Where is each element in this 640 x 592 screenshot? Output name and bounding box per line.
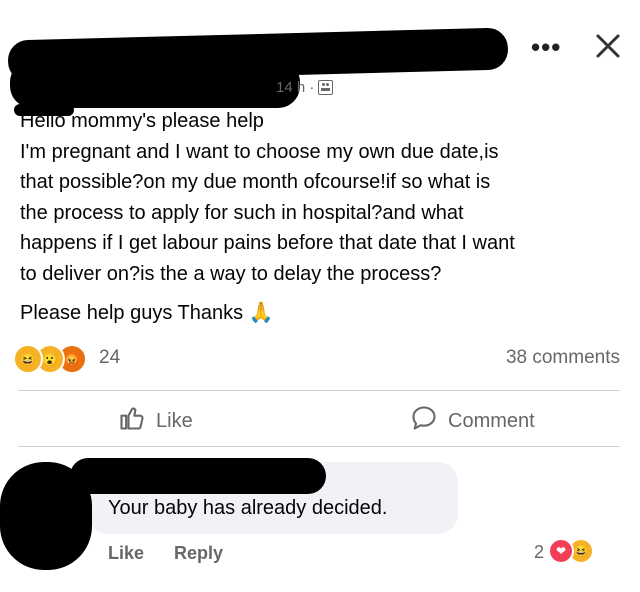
ellipsis-icon[interactable]: ••• — [531, 32, 561, 63]
divider — [18, 446, 620, 447]
haha-reaction-icon: 😆 — [13, 344, 43, 374]
redacted-line-start — [14, 104, 74, 116]
post-line: I'm pregnant and I want to choose my own… — [20, 140, 499, 163]
comments-count[interactable]: 38 comments — [506, 347, 620, 369]
comment-text: Your baby has already decided. — [108, 497, 388, 519]
post-line: Hello mommy's please help — [20, 110, 264, 132]
comment-reply-button[interactable]: Reply — [174, 543, 223, 564]
redacted-commenter-name — [70, 458, 326, 494]
post-line: happens if I get labour pains before tha… — [20, 232, 515, 254]
friends-icon — [318, 80, 334, 95]
folded-hands-icon: 🙏 — [248, 302, 274, 324]
comment-reaction-summary[interactable]: 2 ❤ 😆 — [534, 538, 614, 568]
redacted-author-avatar — [10, 60, 300, 108]
post-body: Hello mommy's please help I'm pregnant a… — [20, 106, 620, 329]
post-closing-text: Please help guys Thanks — [20, 302, 244, 324]
love-reaction-icon: ❤ — [548, 538, 574, 564]
post-line: that possible?on my due month ofcourse!i… — [20, 171, 491, 193]
post-timestamp: 14 h · — [276, 79, 334, 96]
thumbs-up-icon — [118, 404, 146, 438]
comment-label: Comment — [448, 409, 535, 432]
comment-like-button[interactable]: Like — [108, 543, 144, 564]
like-button[interactable]: Like — [118, 404, 193, 438]
reaction-summary[interactable]: 😆 😮 😡 24 — [13, 342, 133, 374]
like-label: Like — [156, 409, 193, 432]
comment-reaction-count: 2 — [534, 542, 545, 562]
timestamp-text: 14 h · — [276, 79, 315, 96]
post-line: to deliver on?is the a way to delay the … — [20, 262, 442, 285]
post-line: the process to apply for such in hospita… — [20, 201, 464, 224]
comment-bubble-icon — [410, 404, 438, 438]
divider — [18, 390, 620, 391]
close-icon[interactable] — [594, 32, 622, 60]
reaction-count: 24 — [99, 347, 121, 368]
post-closing-line: Please help guys Thanks 🙏 — [20, 298, 620, 329]
comment-button[interactable]: Comment — [410, 404, 535, 438]
